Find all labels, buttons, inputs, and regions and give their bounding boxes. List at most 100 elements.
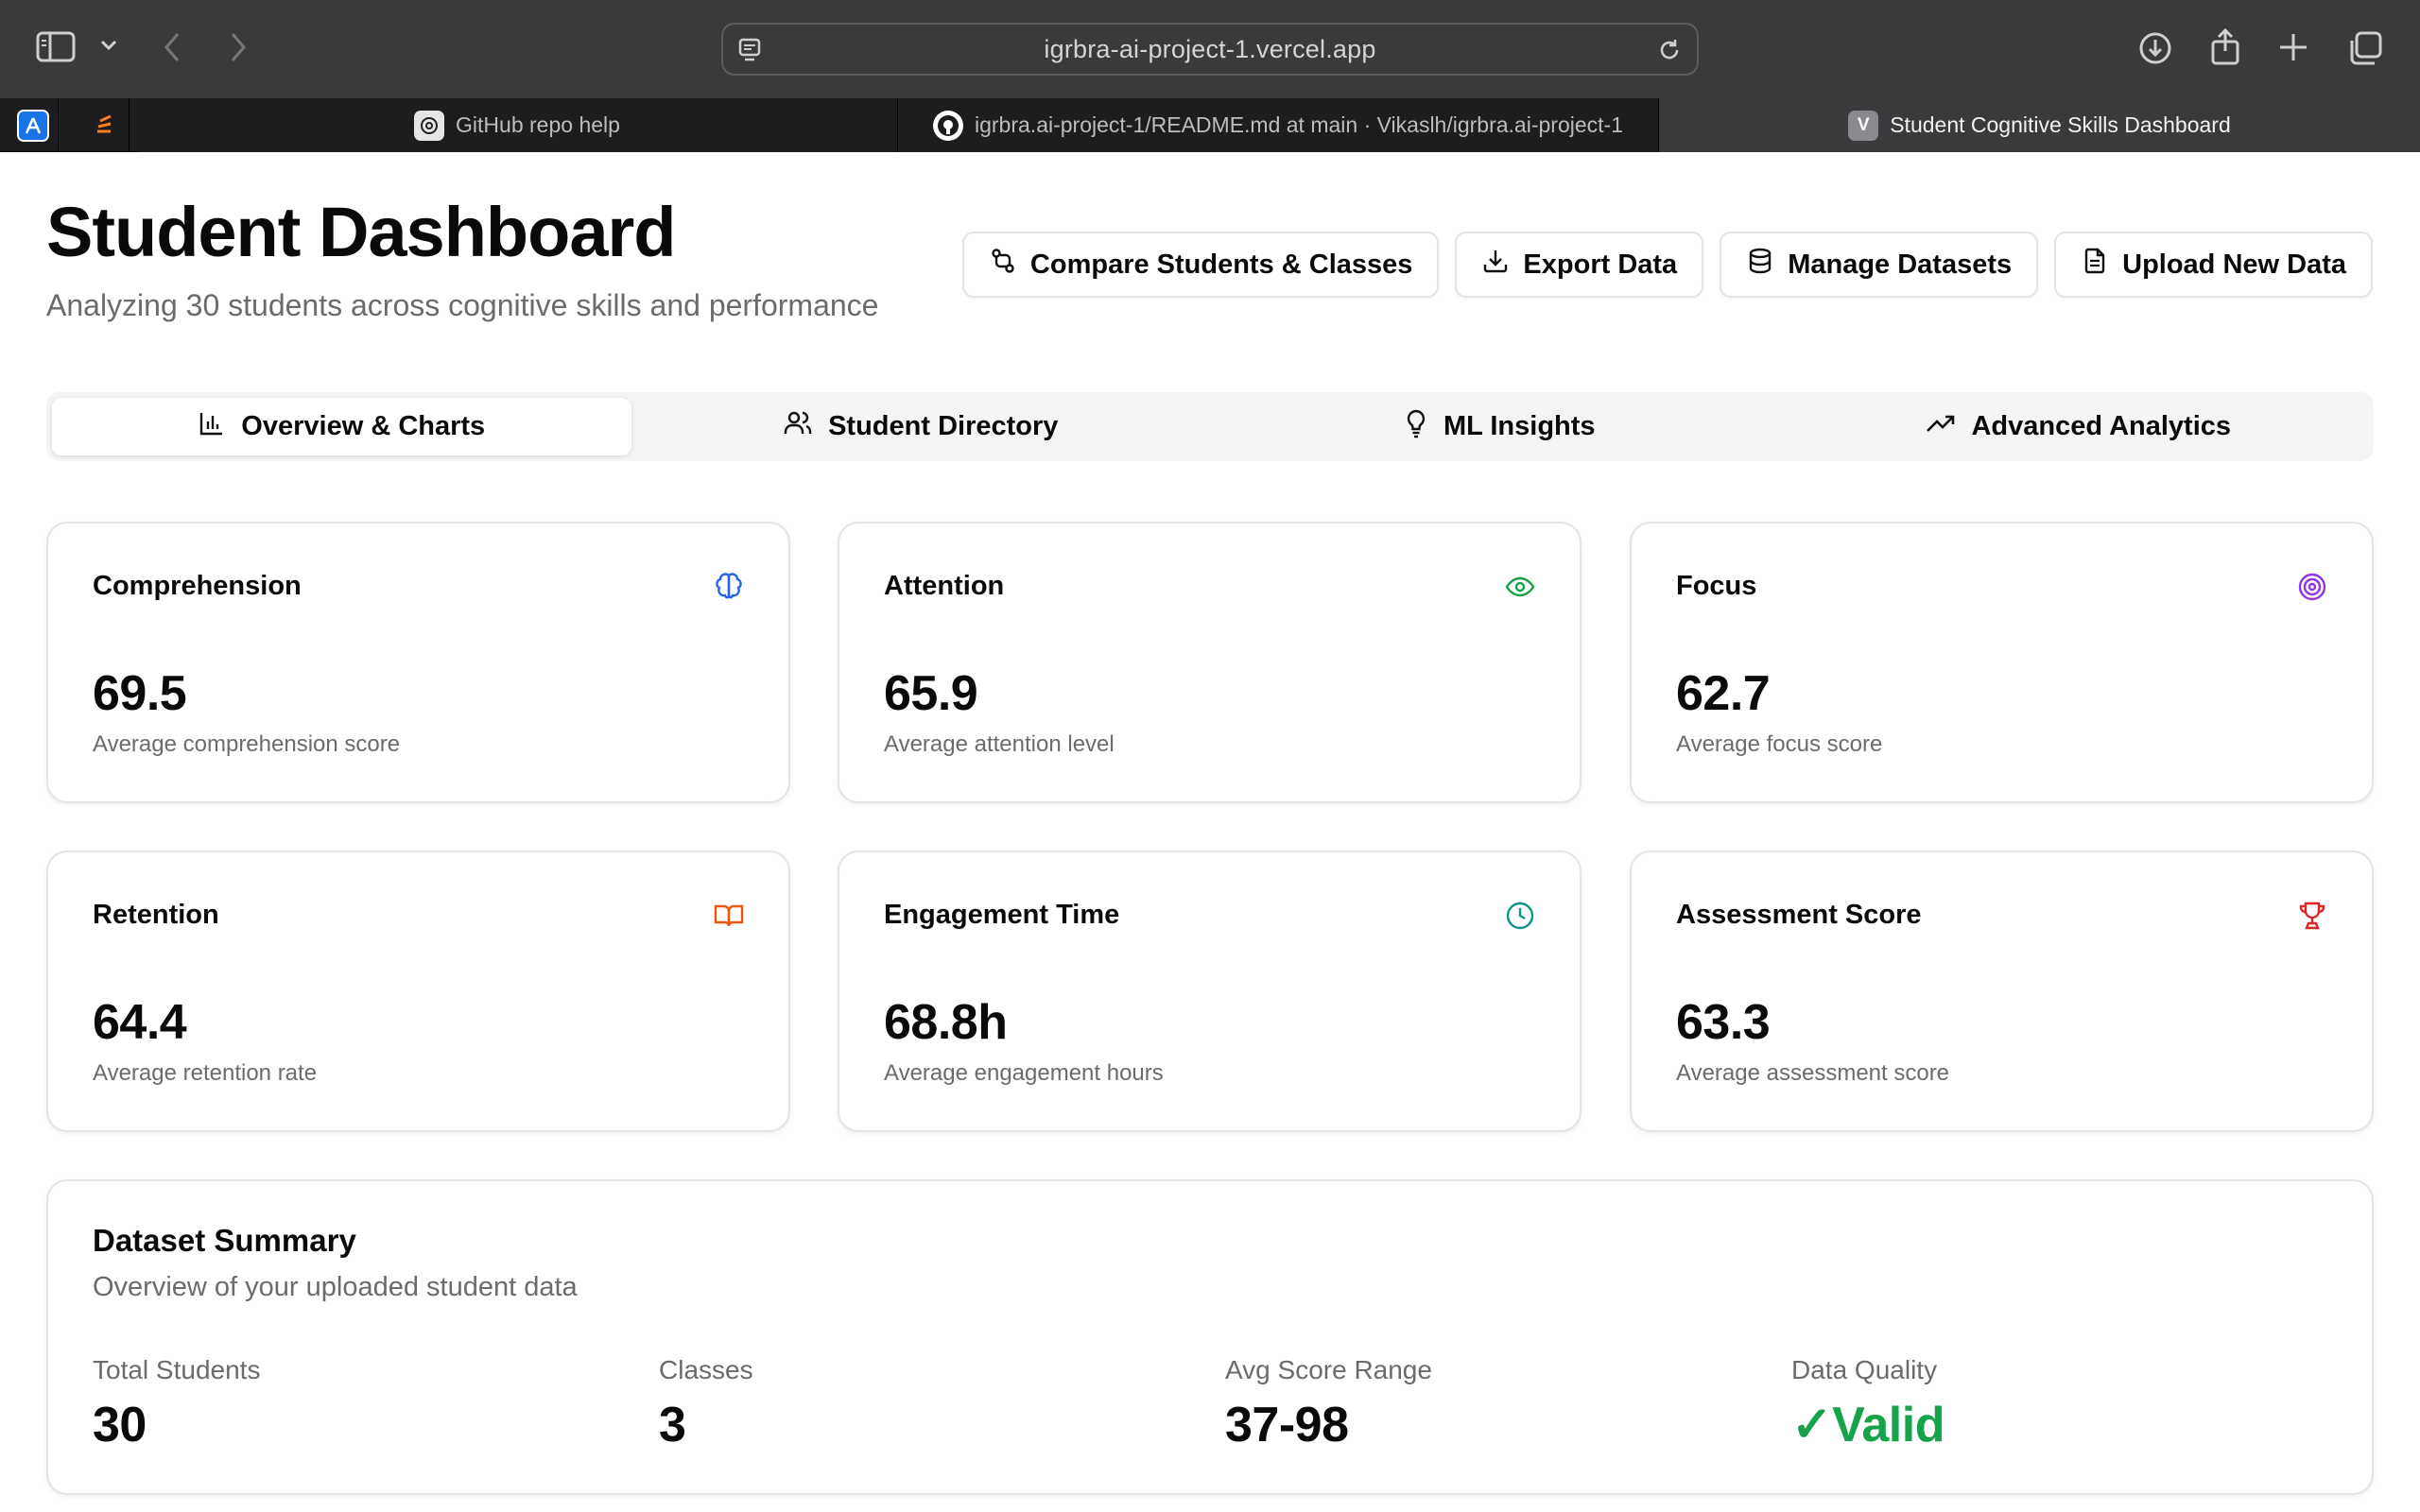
openai-icon (414, 110, 445, 141)
summary-subtitle: Overview of your uploaded student data (93, 1272, 578, 1302)
metric-value: 68.8h (884, 995, 1008, 1050)
metric-card-focus: Focus 62.7 Average focus score (1630, 522, 2374, 803)
metric-value: 62.7 (1676, 666, 1771, 721)
trophy-icon (2296, 900, 2328, 936)
app-store-icon (16, 109, 49, 142)
compare-label: Compare Students & Classes (1029, 249, 1413, 280)
stat-label: Avg Score Range (1225, 1355, 1432, 1384)
tab-overview[interactable]: Overview & Charts (52, 398, 631, 455)
compare-button[interactable]: Compare Students & Classes (961, 232, 1440, 298)
pinned-tab[interactable] (8, 98, 59, 152)
metric-description: Average retention rate (93, 1060, 318, 1086)
users-icon (783, 409, 813, 445)
target-icon (2296, 571, 2328, 608)
metric-value: 69.5 (93, 666, 187, 721)
clock-icon (1504, 900, 1536, 936)
dashboard-tabs: Overview & Charts Student Directory ML I… (46, 392, 2374, 461)
browser-tab-label: Student Cognitive Skills Dashboard (1890, 112, 2231, 137)
metric-title: Attention (884, 571, 1005, 601)
tab-ml-insights[interactable]: ML Insights (1210, 398, 1789, 455)
browser-tab-label: igrbra.ai-project-1/README.md at main · … (975, 112, 1623, 137)
page-menu-icon[interactable] (736, 36, 765, 69)
book-open-icon (713, 900, 745, 936)
browser-toolbar: igrbra-ai-project-1.vercel.app (0, 0, 2420, 98)
database-icon (1746, 247, 1774, 283)
reload-icon[interactable] (1655, 36, 1684, 69)
metric-card-retention: Retention 64.4 Average retention rate (46, 850, 790, 1132)
eye-icon (1504, 571, 1536, 608)
data-quality-status: ✓Valid (1791, 1398, 1945, 1452)
browser-tab-1[interactable]: GitHub repo help (137, 98, 898, 152)
stackoverflow-icon (90, 109, 118, 142)
tab-overview-icon[interactable] (2346, 29, 2384, 67)
metric-description: Average comprehension score (93, 731, 401, 757)
compare-icon (989, 247, 1017, 283)
metric-title: Engagement Time (884, 900, 1120, 930)
manage-datasets-label: Manage Datasets (1788, 249, 2013, 280)
dataset-summary-card: Dataset Summary Overview of your uploade… (46, 1179, 2374, 1495)
metric-value: 63.3 (1676, 995, 1771, 1050)
stat-label: Data Quality (1791, 1355, 1938, 1384)
metric-title: Assessment Score (1676, 900, 1922, 930)
download-icon (1481, 247, 1510, 283)
share-icon[interactable] (2208, 28, 2242, 66)
stat-label: Total Students (93, 1355, 261, 1384)
bar-chart-icon (198, 409, 226, 445)
summary-title: Dataset Summary (93, 1223, 356, 1258)
forward-icon[interactable] (227, 30, 250, 64)
tab-label: Overview & Charts (241, 411, 486, 441)
pinned-tab[interactable] (78, 98, 130, 152)
metric-description: Average engagement hours (884, 1060, 1164, 1086)
sidebar-toggle-icon[interactable] (36, 30, 78, 64)
metric-title: Retention (93, 900, 219, 930)
browser-tab-3[interactable]: V Student Cognitive Skills Dashboard (1659, 98, 2420, 152)
metric-card-attention: Attention 65.9 Average attention level (838, 522, 1582, 803)
stat-classes: Classes 3 (659, 1355, 753, 1453)
metric-description: Average focus score (1676, 731, 1883, 757)
vercel-v-icon: V (1848, 110, 1879, 141)
new-tab-icon[interactable] (2276, 30, 2310, 64)
brain-icon (713, 571, 745, 608)
export-button[interactable]: Export Data (1455, 232, 1704, 298)
upload-label: Upload New Data (2122, 249, 2346, 280)
stat-avg-score-range: Avg Score Range 37-98 (1225, 1355, 1432, 1453)
page-title: Student Dashboard (46, 193, 676, 271)
metric-card-comprehension: Comprehension 69.5 Average comprehension… (46, 522, 790, 803)
stat-value: 3 (659, 1398, 686, 1452)
metric-title: Comprehension (93, 571, 302, 601)
tab-student-directory[interactable]: Student Directory (631, 398, 1211, 455)
metric-card-assessment: Assessment Score 63.3 Average assessment… (1630, 850, 2374, 1132)
metric-value: 64.4 (93, 995, 187, 1050)
url-text: igrbra-ai-project-1.vercel.app (1044, 34, 1376, 63)
metric-description: Average assessment score (1676, 1060, 1950, 1086)
chevron-down-icon[interactable] (98, 38, 119, 53)
tab-label: Advanced Analytics (1971, 411, 2232, 441)
file-icon (2081, 247, 2109, 283)
address-bar[interactable]: igrbra-ai-project-1.vercel.app (721, 23, 1699, 76)
stat-label: Classes (659, 1355, 753, 1384)
stat-data-quality: Data Quality ✓Valid (1791, 1355, 1945, 1453)
action-buttons: Compare Students & Classes Export Data M… (961, 232, 2373, 298)
stat-value: 30 (93, 1398, 147, 1452)
browser-tab-bar: GitHub repo help igrbra.ai-project-1/REA… (0, 98, 2420, 152)
trending-up-icon (1926, 411, 1956, 442)
back-icon[interactable] (161, 30, 183, 64)
stat-total-students: Total Students 30 (93, 1355, 260, 1453)
tab-label: Student Directory (828, 411, 1059, 441)
metric-title: Focus (1676, 571, 1757, 601)
metric-card-engagement: Engagement Time 68.8h Average engagement… (838, 850, 1582, 1132)
export-label: Export Data (1523, 249, 1678, 280)
stat-value: 37-98 (1225, 1398, 1349, 1452)
metric-value: 65.9 (884, 666, 978, 721)
browser-tab-2[interactable]: igrbra.ai-project-1/README.md at main · … (898, 98, 1659, 152)
browser-tab-label: GitHub repo help (456, 112, 620, 137)
downloads-icon[interactable] (2137, 30, 2173, 66)
tab-label: ML Insights (1443, 411, 1596, 441)
lightbulb-icon (1404, 408, 1428, 446)
page-subtitle: Analyzing 30 students across cognitive s… (46, 288, 879, 322)
metric-description: Average attention level (884, 731, 1115, 757)
tab-advanced-analytics[interactable]: Advanced Analytics (1789, 398, 2369, 455)
github-icon (933, 110, 963, 141)
manage-datasets-button[interactable]: Manage Datasets (1720, 232, 2039, 298)
upload-button[interactable]: Upload New Data (2054, 232, 2373, 298)
